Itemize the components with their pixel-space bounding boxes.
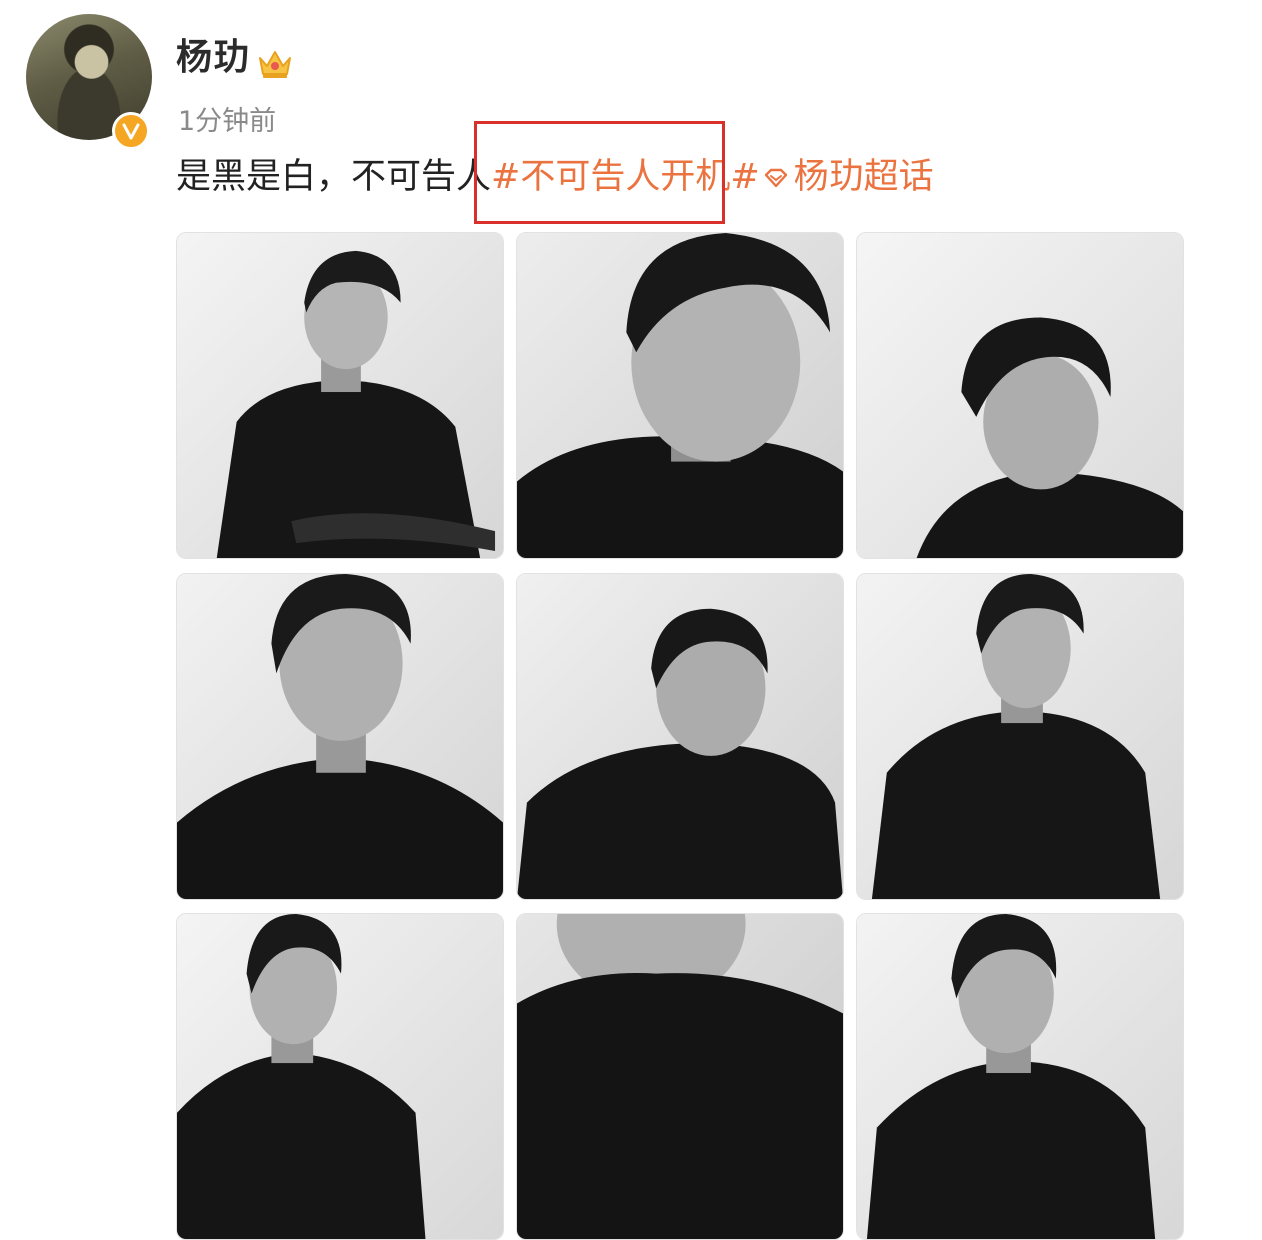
post-timestamp[interactable]: 1分钟前	[178, 108, 276, 135]
photo-4[interactable]	[176, 573, 504, 900]
photo-5[interactable]	[516, 573, 844, 900]
photo-7[interactable]	[176, 913, 504, 1240]
photo-9[interactable]	[856, 913, 1184, 1240]
author-name[interactable]: 杨玏	[176, 40, 250, 76]
photo-2[interactable]	[516, 232, 844, 559]
weibo-post: 杨玏 1分钟前 是黑是白，不可告人 #不可告人开机# 杨玏超话	[0, 0, 1262, 1240]
post-body-text: 是黑是白，不可告人	[176, 157, 492, 197]
supertopic-link[interactable]: 杨玏超话	[760, 160, 934, 195]
photo-1[interactable]	[176, 232, 504, 559]
photo-8[interactable]	[516, 913, 844, 1240]
verified-badge-icon	[112, 112, 150, 150]
hashtag-highlight-box	[474, 121, 725, 224]
photo-6[interactable]	[856, 573, 1184, 900]
photo-3[interactable]	[856, 232, 1184, 559]
crown-icon	[259, 51, 291, 78]
supertopic-diamond-icon	[764, 168, 787, 187]
supertopic-label: 杨玏超话	[793, 157, 934, 197]
